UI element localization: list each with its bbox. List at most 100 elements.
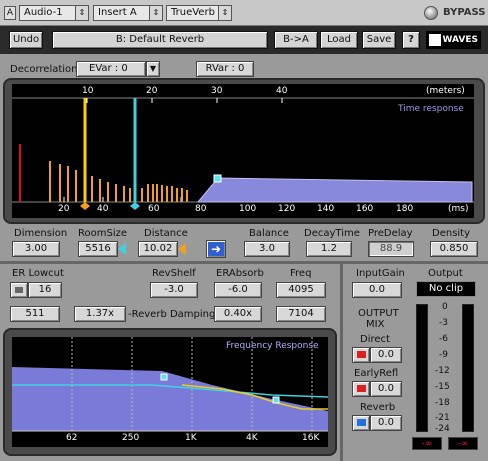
chevron-updown-icon: ⇕ (149, 6, 162, 20)
meter-scale-21: -21 (435, 413, 450, 423)
output-meter-right (462, 304, 474, 432)
meters-unit: (meters) (426, 86, 465, 96)
bottom-tick-180: 180 (396, 204, 414, 214)
early-refl-label: EarlyRefl (354, 368, 399, 379)
direct-label: Direct (360, 334, 390, 345)
bottom-tick-160: 160 (356, 204, 374, 214)
meter-scale-3: -3 (439, 318, 448, 328)
distance-value[interactable]: 10.02 (138, 241, 178, 257)
er-lowcut-toggle[interactable] (10, 282, 28, 298)
low-freq-value[interactable]: 511 (10, 306, 60, 322)
balance-value[interactable]: 3.0 (244, 241, 290, 257)
reverb-toggle[interactable] (352, 415, 370, 431)
reverb-value[interactable]: 0.0 (370, 415, 402, 431)
damping-low-value[interactable]: 1.37x (74, 306, 126, 322)
density-value[interactable]: 0.850 (430, 241, 478, 257)
predelay-handle (213, 174, 222, 183)
track-select[interactable]: Audio-1 ⇕ (19, 5, 89, 21)
freq-value[interactable]: 4095 (276, 282, 326, 298)
input-gain-value[interactable]: 0.0 (352, 282, 402, 298)
distance-label: Distance (144, 228, 188, 239)
erabsorb-value[interactable]: -6.0 (214, 282, 262, 298)
frequency-response-display[interactable]: Frequency Response 62 250 1K 4K 16K (12, 337, 328, 447)
early-refl-led-icon (356, 385, 366, 392)
meter-scale-24: -24 (435, 424, 450, 434)
response-fill (12, 367, 328, 431)
frequency-response-title: Frequency Response (226, 341, 319, 351)
output-label: Output (428, 268, 463, 279)
top-tick-40: 40 (276, 86, 288, 96)
plugin-select-value: TrueVerb (171, 7, 215, 18)
time-response-display[interactable]: 10 20 30 40 (meters) Time response 20 40… (12, 84, 474, 218)
reverb-label: Reverb (360, 402, 396, 413)
er-lowcut-value[interactable]: 16 (28, 282, 62, 298)
plugin-select[interactable]: TrueVerb ⇕ (166, 5, 232, 21)
predelay-value[interactable]: 88.9 (368, 241, 414, 257)
bottom-tick-80: 80 (195, 204, 207, 214)
dimension-label: Dimension (14, 228, 68, 239)
bottom-tick-120: 120 (278, 204, 296, 214)
input-gain-label: InputGain (356, 268, 405, 279)
time-response-title: Time response (398, 104, 464, 114)
revshelf-value[interactable]: -3.0 (150, 282, 198, 298)
early-refl-toggle[interactable] (352, 381, 370, 397)
density-label: Density (432, 228, 471, 239)
load-button[interactable]: Load (320, 31, 358, 49)
chevron-down-icon: ▼ (149, 64, 157, 73)
reverb-damping-label: -Reverb Damping- (128, 309, 219, 320)
insert-select-value: Insert A (98, 7, 137, 18)
evar-select[interactable]: EVar : 0 (76, 61, 146, 77)
direct-toggle[interactable] (352, 347, 370, 363)
bottom-tick-100: 100 (239, 204, 257, 214)
roomsize-marker-icon (118, 243, 126, 255)
meter-scale-18: -18 (435, 398, 450, 408)
meter-scale-15: -15 (435, 382, 450, 392)
bottom-tick-60: 60 (148, 204, 160, 214)
evar-dropdown-button[interactable]: ▼ (146, 61, 160, 77)
track-select-value: Audio-1 (24, 7, 63, 18)
decaytime-value[interactable]: 1.2 (306, 241, 352, 257)
bypass-button[interactable] (424, 6, 438, 20)
insert-select[interactable]: Insert A ⇕ (93, 5, 163, 21)
right-arrow-icon: ➜ (210, 242, 222, 256)
meter-scale: 0 -3 -6 -9 -12 -15 -18 -21 -24 (428, 302, 462, 434)
dimension-value[interactable]: 3.00 (12, 241, 60, 257)
bottom-tick-40: 40 (97, 204, 109, 214)
link-arrow-button[interactable]: ➜ (206, 240, 226, 258)
output-mix-label-1: OUTPUT (358, 308, 399, 319)
ms-unit: (ms) (448, 204, 469, 214)
freq-tick-1k: 1K (185, 433, 197, 443)
er-lowcut-label: ER Lowcut (12, 268, 64, 279)
freq-label: Freq (290, 268, 312, 279)
undo-button[interactable]: Undo (9, 31, 43, 49)
high-freq-value[interactable]: 7104 (276, 306, 326, 322)
ab-compare-button[interactable]: B->A (274, 31, 318, 49)
revshelf-label: RevShelf (152, 268, 196, 279)
reverb-tail-shape (196, 177, 473, 203)
erabsorb-label: ERAbsorb (216, 268, 264, 279)
chevron-updown-icon: ⇕ (75, 6, 88, 20)
track-button[interactable]: A (4, 6, 16, 20)
meter-scale-0: 0 (442, 302, 448, 312)
distance-marker-left (80, 202, 85, 210)
roomsize-value[interactable]: 5516 (78, 241, 118, 257)
freq-tick-4k: 4K (246, 433, 258, 443)
freq-tick-16k: 16K (302, 433, 320, 443)
preset-name-button[interactable]: B: Default Reverb (52, 31, 268, 49)
meter-scale-12: -12 (435, 366, 450, 376)
bottom-tick-140: 140 (317, 204, 335, 214)
peak-hold-left[interactable]: -∞ (412, 437, 442, 450)
rvar-select[interactable]: RVar : 0 (196, 61, 254, 77)
predelay-label: PreDelay (368, 228, 413, 239)
peak-hold-right[interactable]: -∞ (448, 437, 478, 450)
freq-tick-250: 250 (122, 433, 140, 443)
help-button[interactable]: ? (402, 31, 420, 49)
output-mix-label-2: MIX (366, 319, 385, 330)
save-button[interactable]: Save (362, 31, 396, 49)
direct-value[interactable]: 0.0 (370, 347, 402, 363)
early-refl-value[interactable]: 0.0 (370, 381, 402, 397)
clip-indicator[interactable]: No clip (416, 281, 476, 297)
balance-label: Balance (249, 228, 289, 239)
damping-high-value[interactable]: 0.40x (214, 306, 262, 322)
top-tick-20: 20 (146, 86, 158, 96)
